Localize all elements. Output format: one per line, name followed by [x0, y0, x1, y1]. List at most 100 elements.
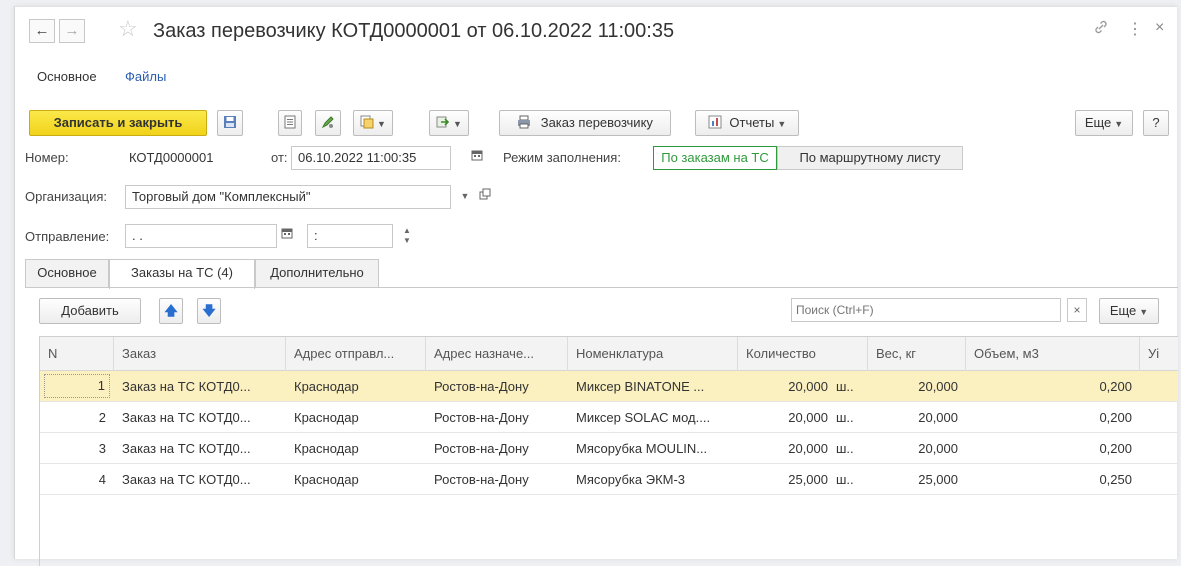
reports-button[interactable]: Отчеты ▼: [695, 110, 799, 136]
table-row[interactable]: 4 Заказ на ТС КОТД0... Краснодар Ростов-…: [40, 464, 1178, 495]
tab-main[interactable]: Основное: [25, 259, 109, 287]
edit-button[interactable]: [315, 110, 341, 136]
post-button[interactable]: [278, 110, 302, 136]
report-icon: [708, 113, 722, 129]
chevron-down-icon: ▼: [1139, 307, 1149, 317]
back-button[interactable]: ←: [29, 19, 55, 43]
tab-additional[interactable]: Дополнительно: [255, 259, 379, 287]
row-cell: Ростов-на-Дону: [434, 410, 529, 425]
more-label: Еще: [1084, 115, 1112, 130]
row-cell: Ростов-на-Дону: [434, 441, 529, 456]
row-cell: 1: [40, 371, 114, 402]
row-cell: ш..: [836, 472, 854, 487]
arrow-flow-icon: [436, 113, 450, 128]
row-cell: Мясорубка ЭКМ-3: [576, 472, 686, 487]
printer-icon: [517, 113, 531, 129]
fill-mode-by-orders[interactable]: По заказам на ТС: [653, 146, 777, 170]
row-cell: Краснодар: [294, 410, 359, 425]
create-based-on-button[interactable]: ▼: [353, 110, 393, 136]
chevron-down-icon: ▼: [453, 119, 462, 129]
row-number: 1: [44, 374, 110, 398]
pen-icon: [321, 113, 335, 129]
forward-button[interactable]: →: [59, 19, 85, 43]
save-and-close-button[interactable]: Записать и закрыть: [29, 110, 207, 136]
row-cell: 20,000: [918, 441, 958, 456]
calendar-icon[interactable]: [277, 224, 297, 248]
row-cell: 0,250: [1099, 472, 1132, 487]
chevron-down-icon: ▼: [1114, 119, 1124, 129]
row-cell: Миксер BINATONE ...: [576, 379, 705, 394]
number-value[interactable]: КОТД0000001: [129, 150, 213, 165]
reports-label: Отчеты: [729, 115, 775, 130]
close-icon[interactable]: ×: [1155, 19, 1164, 37]
fill-mode-by-route-sheet[interactable]: По маршрутному листу: [777, 146, 963, 170]
column-header-weight[interactable]: Вес, кг: [868, 337, 966, 371]
departure-label: Отправление:: [25, 229, 110, 244]
column-header-to[interactable]: Адрес назначе...: [426, 337, 568, 371]
row-cell: 0,200: [1099, 441, 1132, 456]
open-icon[interactable]: [475, 185, 495, 209]
row-cell: ш..: [836, 441, 854, 456]
save-button[interactable]: [217, 110, 243, 136]
tab-transport-orders[interactable]: Заказы на ТС (4): [109, 259, 255, 289]
tab-divider: [25, 287, 1178, 288]
dropdown-chevron-icon[interactable]: ▼: [455, 185, 475, 209]
arrow-up-icon: 🡅: [164, 303, 178, 318]
page-title: Заказ перевозчику КОТД0000001 от 06.10.2…: [153, 20, 675, 42]
row-cell: Заказ на ТС КОТД0...: [122, 472, 251, 487]
row-cell: 20,000: [788, 441, 828, 456]
column-header-quantity[interactable]: Количество: [738, 337, 868, 371]
number-label: Номер:: [25, 150, 69, 165]
section-main[interactable]: Основное: [37, 69, 97, 84]
calendar-icon[interactable]: [467, 146, 487, 170]
departure-date-field[interactable]: . .: [125, 224, 277, 248]
add-row-button[interactable]: Добавить: [39, 298, 141, 324]
row-number: 2: [98, 410, 106, 425]
move-up-button[interactable]: 🡅: [159, 298, 183, 324]
row-cell: Ростов-на-Дону: [434, 379, 529, 394]
carrier-order-print-button[interactable]: Заказ перевозчику: [499, 110, 671, 136]
orders-table[interactable]: N Заказ Адрес отправл... Адрес назначе..…: [39, 336, 1178, 566]
structure-button[interactable]: ▼: [429, 110, 469, 136]
time-spinner-icon[interactable]: ▲ ▼: [397, 224, 417, 248]
organization-field[interactable]: Торговый дом "Комплексный": [125, 185, 451, 209]
column-header-from[interactable]: Адрес отправл...: [286, 337, 426, 371]
row-cell: 20,000: [918, 410, 958, 425]
departure-time-field[interactable]: :: [307, 224, 393, 248]
row-cell: 20,000: [918, 379, 958, 394]
row-cell: Заказ на ТС КОТД0...: [122, 379, 251, 394]
row-cell: Заказ на ТС КОТД0...: [122, 410, 251, 425]
favorite-star-icon[interactable]: ☆: [118, 17, 138, 41]
search-input[interactable]: [791, 298, 1061, 322]
row-cell: Мясорубка MOULIN...: [576, 441, 708, 456]
table-row[interactable]: 1 Заказ на ТС КОТД0... Краснодар Ростов-…: [40, 371, 1178, 402]
table-row[interactable]: 2 Заказ на ТС КОТД0... Краснодар Ростов-…: [40, 402, 1178, 433]
column-header-n[interactable]: N: [40, 337, 114, 371]
column-header-nomenclature[interactable]: Номенклатура: [568, 337, 738, 371]
more-button[interactable]: Еще ▼: [1075, 110, 1133, 136]
carrier-order-label: Заказ перевозчику: [540, 115, 653, 130]
chevron-down-icon: ▼: [777, 119, 787, 129]
arrow-right-icon: →: [64, 22, 80, 39]
table-more-button[interactable]: Еще ▼: [1099, 298, 1159, 324]
link-icon[interactable]: [1093, 19, 1109, 38]
arrow-left-icon: ←: [34, 22, 50, 39]
column-header-order[interactable]: Заказ: [114, 337, 286, 371]
row-cell: Краснодар: [294, 441, 359, 456]
column-header-volume[interactable]: Объем, м3: [966, 337, 1140, 371]
section-files[interactable]: Файлы: [125, 69, 166, 84]
move-down-button[interactable]: 🡇: [197, 298, 221, 324]
row-cell: 25,000: [918, 472, 958, 487]
row-number: 4: [98, 472, 106, 487]
date-field[interactable]: 06.10.2022 11:00:35: [291, 146, 451, 170]
table-more-label: Еще: [1109, 303, 1137, 318]
column-header-extra[interactable]: Уі: [1140, 337, 1178, 371]
row-cell: 20,000: [788, 379, 828, 394]
row-cell: 0,200: [1099, 379, 1132, 394]
table-row[interactable]: 3 Заказ на ТС КОТД0... Краснодар Ростов-…: [40, 433, 1178, 464]
more-vertical-icon[interactable]: ⋮: [1127, 19, 1143, 39]
row-cell: Заказ на ТС КОТД0...: [122, 441, 251, 456]
documents-icon: [360, 113, 374, 129]
clear-search-button[interactable]: ×: [1067, 298, 1087, 322]
help-button[interactable]: ?: [1143, 110, 1169, 136]
